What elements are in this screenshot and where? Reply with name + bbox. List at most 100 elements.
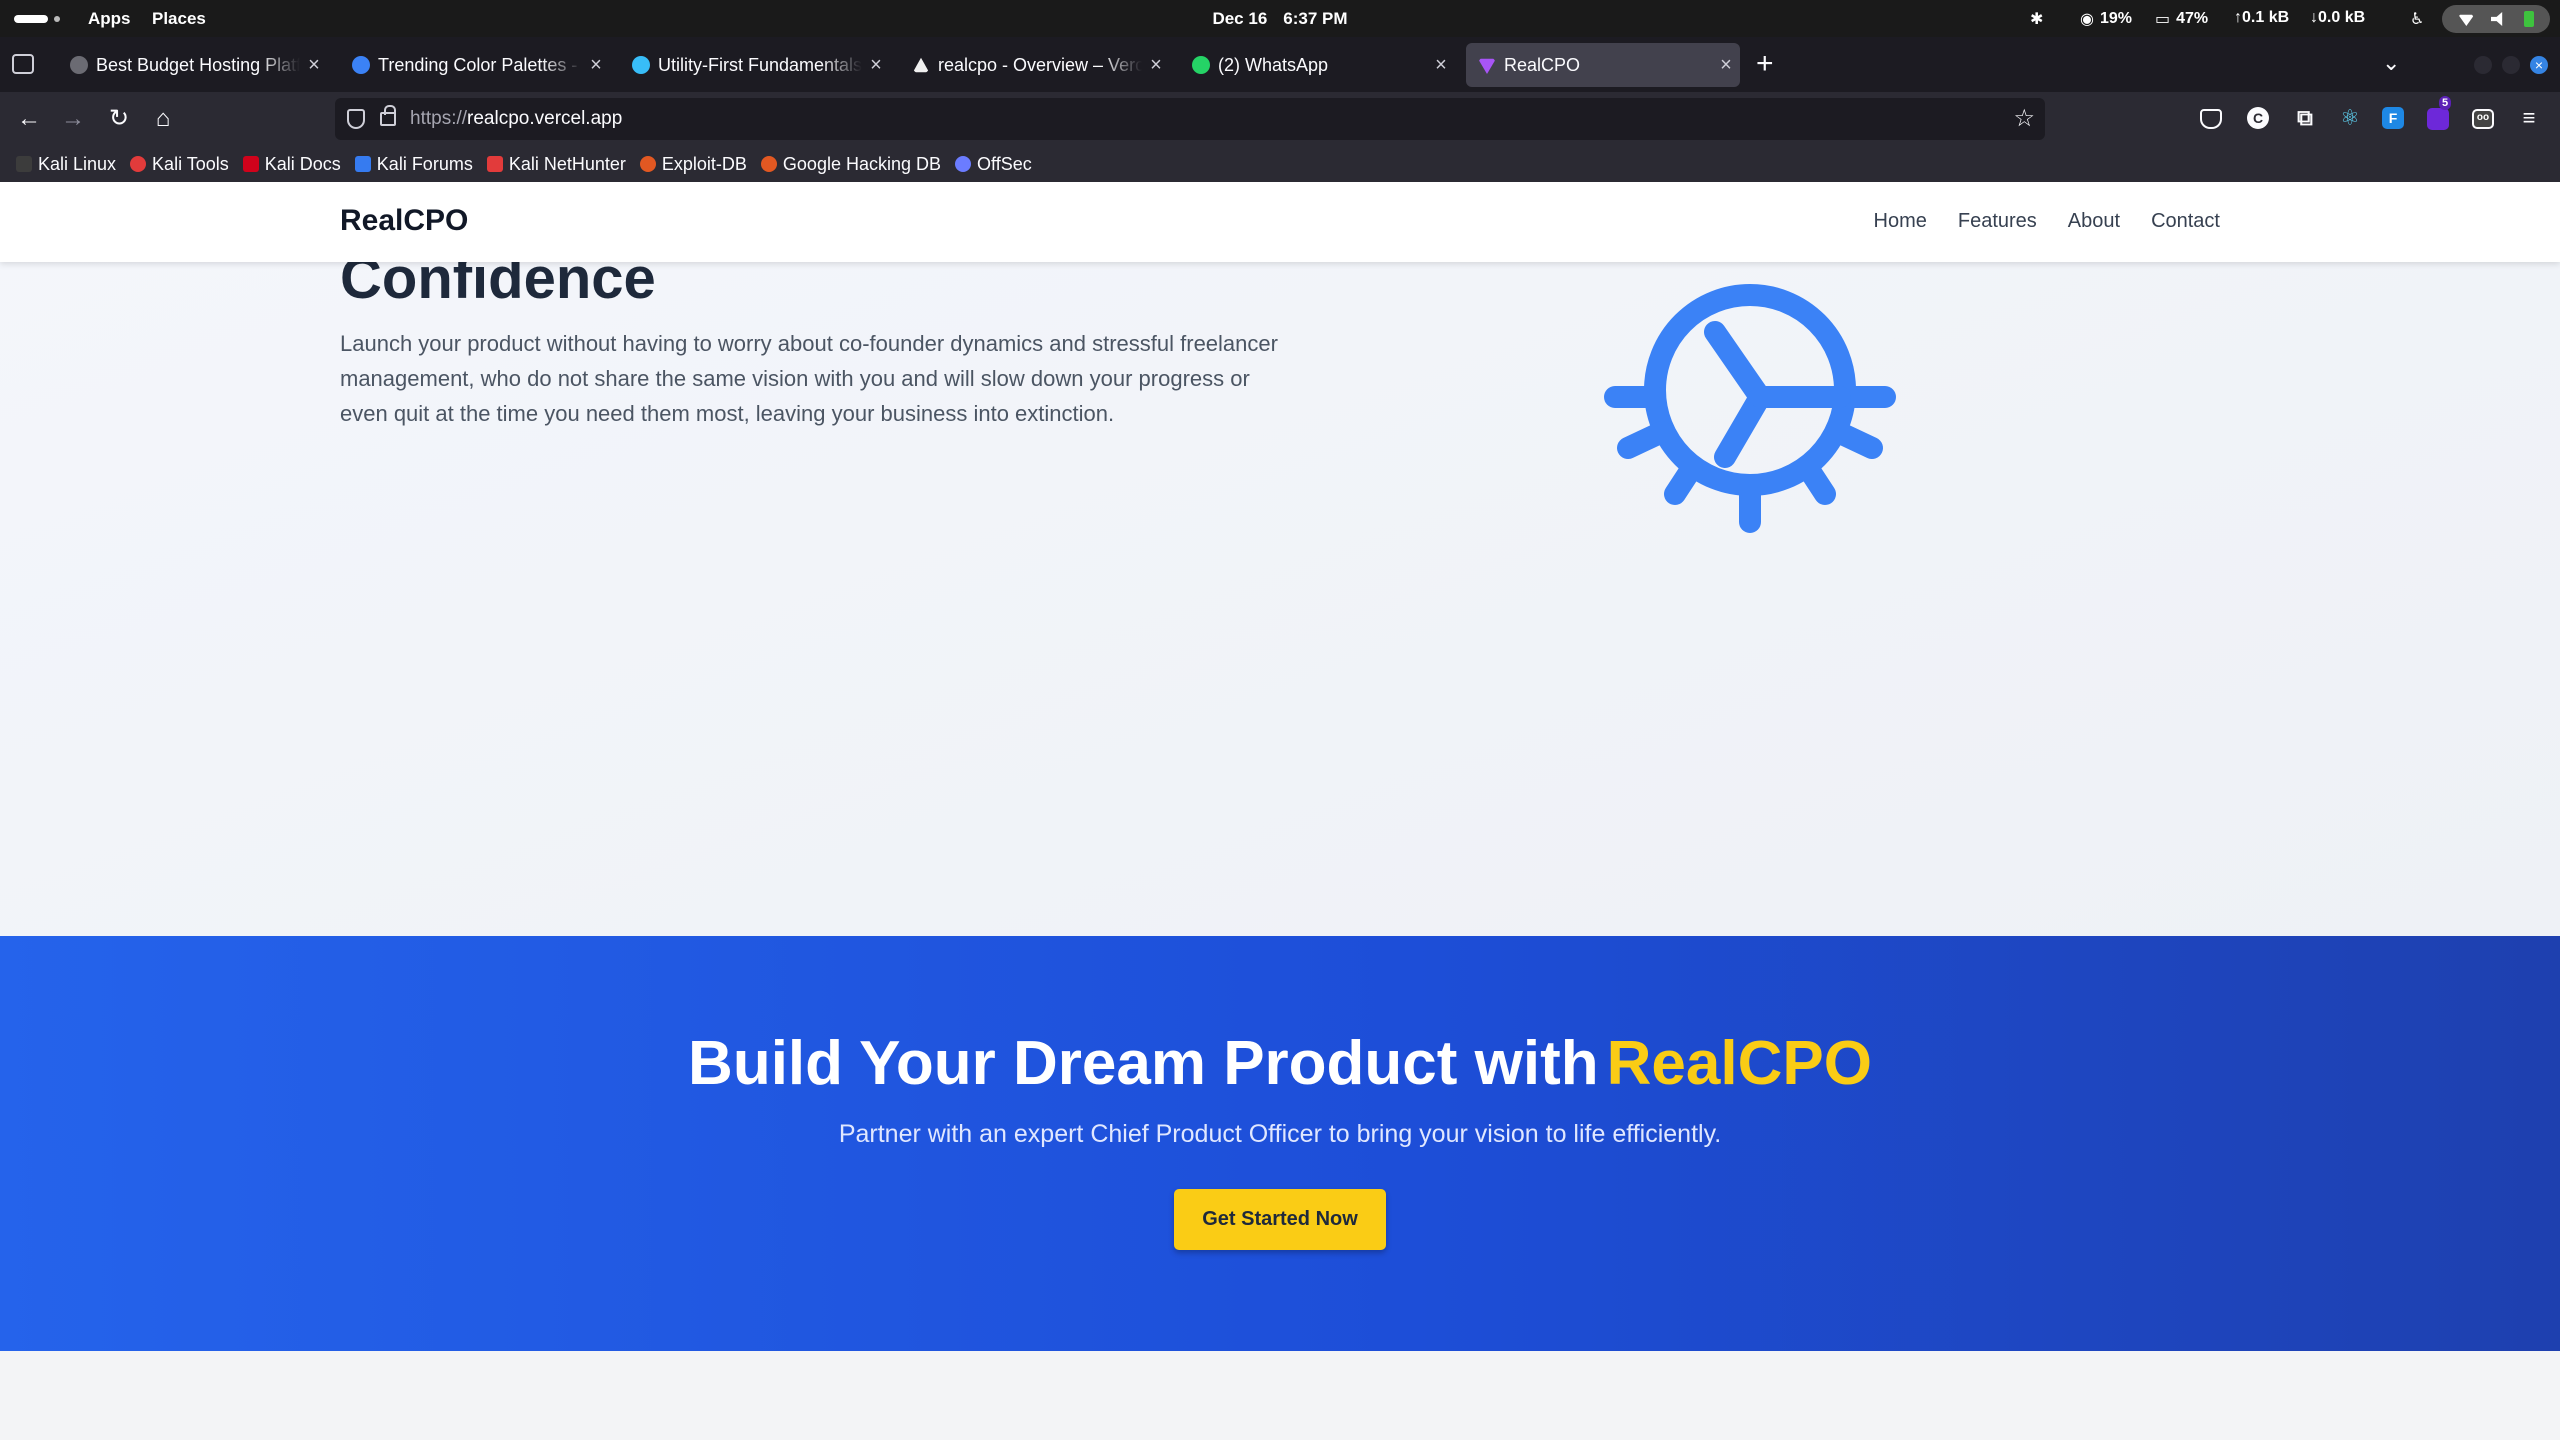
tab-title: realcpo - Overview – Verce xyxy=(938,54,1142,75)
clock[interactable]: Dec 16 6:37 PM xyxy=(1180,9,1380,29)
site-header: RealCPO Home Features About Contact xyxy=(0,182,2560,262)
bookmarks-toolbar: Kali Linux Kali Tools Kali Docs Kali For… xyxy=(0,146,2560,182)
page-viewport: Confidence Launch your product without h… xyxy=(0,182,2560,1440)
tab-color-palettes[interactable]: Trending Color Palettes - × xyxy=(340,43,610,87)
nav-link-home[interactable]: Home xyxy=(1874,210,1927,233)
address-bar[interactable]: https://realcpo.vercel.app ☆ xyxy=(335,98,2045,140)
bookmark-kali-docs[interactable]: Kali Docs xyxy=(242,153,341,175)
memory-value: 47% xyxy=(2176,10,2209,27)
bluetooth-icon[interactable]: ✱ xyxy=(2030,9,2043,29)
get-started-button[interactable]: Get Started Now xyxy=(1174,1189,1386,1250)
nav-link-about[interactable]: About xyxy=(2068,210,2120,233)
tab-favicon-icon xyxy=(1478,58,1496,74)
screen-reader-icon[interactable]: oo xyxy=(2472,109,2494,129)
accessibility-icon[interactable]: ♿ xyxy=(2410,9,2424,29)
kali-tools-icon xyxy=(130,156,147,172)
tab-vercel-overview[interactable]: realcpo - Overview – Verce × xyxy=(900,43,1170,87)
gear-icon xyxy=(1604,284,1896,533)
cpu-value: 19% xyxy=(2099,10,2132,27)
bookmark-offsec[interactable]: OffSec xyxy=(955,154,1032,175)
tab-favicon-icon xyxy=(70,56,88,74)
tracking-protection-shield-icon[interactable] xyxy=(347,109,365,129)
hamburger-menu-icon[interactable]: ≡ xyxy=(2516,105,2542,131)
bookmark-kali-tools[interactable]: Kali Tools xyxy=(130,154,229,175)
site-logo[interactable]: RealCPO xyxy=(340,204,468,238)
battery-icon xyxy=(2523,11,2534,27)
system-top-bar: Apps Places Dec 16 6:37 PM ✱ ◉ 19% ▭ 47% ↑0… xyxy=(0,0,2560,37)
close-tab-icon[interactable]: × xyxy=(300,54,328,77)
tab-title: RealCPO xyxy=(1504,54,1581,75)
close-tab-icon[interactable]: × xyxy=(582,54,610,77)
nav-link-contact[interactable]: Contact xyxy=(2151,210,2220,233)
bookmark-google-hacking-db[interactable]: Google Hacking DB xyxy=(760,154,941,175)
new-tab-button[interactable]: + xyxy=(1756,47,1774,81)
nethunter-icon xyxy=(486,156,503,172)
next-section xyxy=(0,1351,2560,1440)
bookmark-label: Exploit-DB xyxy=(661,153,747,174)
tab-budget-hosting[interactable]: Best Budget Hosting Platf × xyxy=(58,43,328,87)
activities-indicator[interactable] xyxy=(14,13,64,25)
wappalyzer-icon[interactable]: F xyxy=(2382,107,2404,129)
cta-title-text: Build Your Dream Product with xyxy=(688,1029,1599,1098)
maximize-window-button[interactable] xyxy=(2502,56,2520,74)
kali-forums-icon xyxy=(354,156,371,172)
close-tab-icon[interactable]: × xyxy=(1712,54,1740,77)
memory-indicator[interactable]: ▭ 47% xyxy=(2155,9,2208,29)
apps-menu[interactable]: Apps xyxy=(88,9,131,29)
net-down-indicator: ↓0.0 kB xyxy=(2310,9,2366,26)
site-nav: Home Features About Contact xyxy=(1874,210,2221,233)
extension-c-icon[interactable]: C xyxy=(2247,107,2269,129)
minimize-window-button[interactable] xyxy=(2474,56,2492,74)
tab-whatsapp[interactable]: (2) WhatsApp × xyxy=(1180,43,1455,87)
bookmark-kali-linux[interactable]: Kali Linux xyxy=(16,154,116,175)
bookmark-label: Kali Docs xyxy=(264,153,341,174)
close-tab-icon[interactable]: × xyxy=(1142,54,1170,77)
system-menu[interactable] xyxy=(2442,5,2550,33)
bookmark-exploit-db[interactable]: Exploit-DB xyxy=(639,153,747,175)
close-tab-icon[interactable]: × xyxy=(862,54,890,77)
firefox-view-icon[interactable] xyxy=(12,54,34,74)
time-label: 6:37 PM xyxy=(1283,9,1348,28)
url-text[interactable]: https://realcpo.vercel.app xyxy=(410,108,622,130)
tab-title: Best Budget Hosting Platf xyxy=(96,54,300,75)
cpu-indicator[interactable]: ◉ 19% xyxy=(2080,9,2132,29)
forward-button[interactable]: → xyxy=(58,104,88,134)
close-window-button[interactable]: × xyxy=(2530,56,2548,74)
tab-title: (2) WhatsApp xyxy=(1218,54,1329,75)
browser-nav-bar: ← → ↻ ⌂ https://realcpo.vercel.app ☆ C ⧉… xyxy=(0,92,2560,146)
bookmark-label: Kali Tools xyxy=(152,153,229,174)
tab-favicon-icon xyxy=(352,56,370,74)
tab-tailwind-docs[interactable]: Utility-First Fundamentals × xyxy=(620,43,890,87)
kali-docs-icon xyxy=(242,156,259,172)
react-devtools-icon[interactable]: ⚛ xyxy=(2337,105,2363,131)
bookmark-kali-nethunter[interactable]: Kali NetHunter xyxy=(486,154,626,175)
memory-icon: ▭ xyxy=(2155,11,2171,28)
reload-button[interactable]: ↻ xyxy=(104,104,134,134)
tab-title: Utility-First Fundamentals xyxy=(658,54,862,75)
close-tab-icon[interactable]: × xyxy=(1427,54,1455,77)
places-menu[interactable]: Places xyxy=(152,9,206,29)
tab-realcpo[interactable]: RealCPO × xyxy=(1466,43,1740,87)
url-host: realcpo.vercel.app xyxy=(467,108,623,129)
bookmark-label: OffSec xyxy=(977,153,1032,174)
ghdb-icon xyxy=(760,156,777,172)
lock-icon[interactable] xyxy=(380,105,396,126)
nav-link-features[interactable]: Features xyxy=(1958,210,2037,233)
pocket-icon[interactable] xyxy=(2200,109,2222,129)
bookmark-star-icon[interactable]: ☆ xyxy=(2013,104,2035,133)
tab-title: Trending Color Palettes - xyxy=(378,54,578,75)
back-button[interactable]: ← xyxy=(14,104,44,134)
bookmark-kali-forums[interactable]: Kali Forums xyxy=(354,153,473,175)
extension-badge-icon[interactable]: 5 xyxy=(2427,96,2452,130)
wifi-icon xyxy=(2458,14,2475,26)
bookmark-label: Kali Forums xyxy=(376,153,473,174)
home-button[interactable]: ⌂ xyxy=(148,104,178,134)
tab-list-chevron-icon[interactable]: ⌄ xyxy=(2382,50,2400,76)
extensions-puzzle-icon[interactable]: ⧉ xyxy=(2292,105,2318,131)
date-label: Dec 16 xyxy=(1212,9,1268,28)
bookmark-label: Kali Linux xyxy=(38,153,117,174)
kali-dragon-icon xyxy=(16,156,32,172)
cta-title-accent: RealCPO xyxy=(1606,1029,1872,1098)
cta-title: Build Your Dream Product with RealCPO xyxy=(0,1028,2560,1099)
net-up-indicator: ↑0.1 kB xyxy=(2234,9,2290,26)
